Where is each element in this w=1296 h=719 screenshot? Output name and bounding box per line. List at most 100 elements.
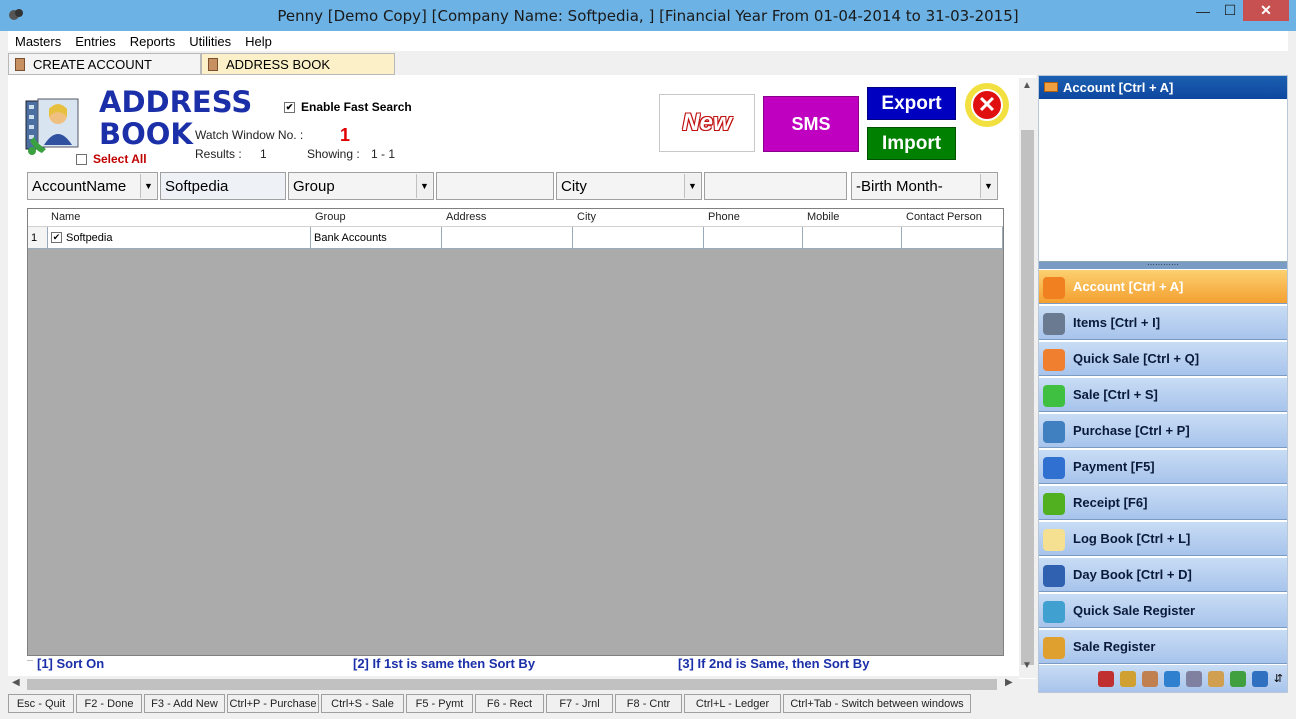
book-icon xyxy=(208,57,218,71)
shortcut-f8-cntr[interactable]: F8 - Cntr xyxy=(615,694,682,713)
scroll-thumb[interactable] xyxy=(27,679,997,690)
export-button[interactable]: Export xyxy=(867,87,956,120)
scroll-down-icon[interactable]: ▼ xyxy=(1022,660,1032,671)
cell-group[interactable]: Bank Accounts xyxy=(311,227,442,248)
column-header-city[interactable]: City xyxy=(577,211,596,223)
close-window-button[interactable]: ✕ xyxy=(1243,0,1289,21)
book-icon[interactable] xyxy=(1141,670,1158,687)
sort-by-3-label[interactable]: [3] If 2nd is Same, then Sort By xyxy=(678,656,869,671)
address-grid[interactable]: Name Group Address City Phone Mobile Con… xyxy=(27,208,1004,656)
shortcut-f5-pymt[interactable]: F5 - Pymt xyxy=(406,694,473,713)
maximize-button[interactable]: ☐ xyxy=(1217,0,1243,21)
cell-contact-person[interactable] xyxy=(902,227,1003,248)
cone-icon xyxy=(1043,349,1065,371)
globe-icon[interactable] xyxy=(1251,670,1268,687)
checkbox-box[interactable] xyxy=(76,153,87,165)
toolbar-overflow-icon[interactable]: ⇵ xyxy=(1274,672,1283,685)
column-header-phone[interactable]: Phone xyxy=(708,211,740,223)
side-button-sale-register[interactable]: Sale Register xyxy=(1039,629,1287,664)
shortcut-f2-done[interactable]: F2 - Done xyxy=(76,694,142,713)
splitter-handle[interactable]: ⋯⋯⋯⋯ xyxy=(1039,261,1287,269)
group-select[interactable]: Group ▼ xyxy=(288,172,434,200)
birth-month-select[interactable]: -Birth Month- ▼ xyxy=(851,172,998,200)
page-title-line1: ADDRESS xyxy=(99,85,253,119)
receipt-icon xyxy=(1043,493,1065,515)
minimize-button[interactable]: — xyxy=(1189,0,1217,21)
city-filter-input[interactable] xyxy=(704,172,847,200)
home-icon[interactable] xyxy=(1163,670,1180,687)
side-button-day-book[interactable]: Day Book [Ctrl + D] xyxy=(1039,557,1287,592)
side-button-log-book[interactable]: Log Book [Ctrl + L] xyxy=(1039,521,1287,556)
search-icon[interactable] xyxy=(1119,670,1136,687)
menu-help[interactable]: Help xyxy=(238,34,279,49)
side-button-quick-sale-register[interactable]: Quick Sale Register xyxy=(1039,593,1287,628)
shortcut-esc-quit[interactable]: Esc - Quit xyxy=(8,694,74,713)
menu-utilities[interactable]: Utilities xyxy=(182,34,238,49)
city-select[interactable]: City ▼ xyxy=(556,172,702,200)
tab-address-book[interactable]: ADDRESS BOOK xyxy=(201,53,395,75)
vertical-scrollbar[interactable]: ▲ ▼ xyxy=(1019,78,1036,678)
table-row[interactable]: 1 ✔ Softpedia Bank Accounts xyxy=(28,227,1003,249)
cell-address[interactable] xyxy=(442,227,573,248)
new-button[interactable]: New xyxy=(659,94,755,152)
menu-entries[interactable]: Entries xyxy=(68,34,122,49)
column-header-contact-person[interactable]: Contact Person xyxy=(906,211,982,223)
shortcut-ctrl-l-ledger[interactable]: Ctrl+L - Ledger xyxy=(684,694,781,713)
side-panel-header[interactable]: Account [Ctrl + A] xyxy=(1039,76,1287,99)
select-all-checkbox[interactable]: Select All xyxy=(76,152,147,166)
shortcut-ctrl-s-sale[interactable]: Ctrl+S - Sale xyxy=(321,694,404,713)
search-value-input[interactable]: Softpedia xyxy=(160,172,286,200)
column-header-name[interactable]: Name xyxy=(51,211,80,223)
column-header-mobile[interactable]: Mobile xyxy=(807,211,839,223)
side-button-label: Quick Sale Register xyxy=(1073,603,1196,618)
shortcut-f7-jrnl[interactable]: F7 - Jrnl xyxy=(546,694,613,713)
group-filter-input[interactable] xyxy=(436,172,554,200)
side-button-account[interactable]: Account [Ctrl + A] xyxy=(1039,269,1287,304)
scroll-right-icon[interactable]: ▶ xyxy=(1005,677,1013,688)
cell-mobile[interactable] xyxy=(803,227,902,248)
scroll-left-icon[interactable]: ◀ xyxy=(12,677,20,688)
chevron-down-icon[interactable]: ▼ xyxy=(416,174,432,198)
shortcut-ctrl-tab-switch[interactable]: Ctrl+Tab - Switch between windows xyxy=(783,694,971,713)
sort-on-label[interactable]: [1] Sort On xyxy=(37,656,104,671)
tab-create-account[interactable]: CREATE ACCOUNT xyxy=(8,53,201,75)
shortcut-f3-add-new[interactable]: F3 - Add New xyxy=(144,694,225,713)
cylinder-icon xyxy=(1043,385,1065,407)
recycle-icon[interactable] xyxy=(1229,670,1246,687)
side-button-receipt[interactable]: Receipt [F6] xyxy=(1039,485,1287,520)
menu-reports[interactable]: Reports xyxy=(123,34,183,49)
checkbox-box[interactable]: ✔ xyxy=(284,101,295,113)
chevron-down-icon[interactable]: ▼ xyxy=(684,174,700,198)
side-button-purchase[interactable]: Purchase [Ctrl + P] xyxy=(1039,413,1287,448)
showing-label: Showing : xyxy=(307,147,360,161)
address-book-icon xyxy=(25,98,79,155)
scroll-thumb[interactable] xyxy=(1021,130,1034,665)
pencil-icon[interactable] xyxy=(1207,670,1224,687)
chevron-down-icon[interactable]: ▼ xyxy=(980,174,996,198)
sms-button[interactable]: SMS xyxy=(763,96,859,152)
close-address-book-button[interactable]: ✕ xyxy=(965,83,1009,127)
cell-phone[interactable] xyxy=(704,227,803,248)
sort-by-2-label[interactable]: [2] If 1st is same then Sort By xyxy=(353,656,535,671)
side-button-payment[interactable]: Payment [F5] xyxy=(1039,449,1287,484)
shortcut-ctrl-p-purchase[interactable]: Ctrl+P - Purchase xyxy=(227,694,319,713)
row-checkbox[interactable]: ✔ xyxy=(51,232,62,243)
side-button-items[interactable]: Items [Ctrl + I] xyxy=(1039,305,1287,340)
field-select[interactable]: AccountName ▼ xyxy=(27,172,158,200)
horizontal-scrollbar[interactable]: ◀ ▶ xyxy=(8,676,1019,693)
side-button-sale[interactable]: Sale [Ctrl + S] xyxy=(1039,377,1287,412)
import-button[interactable]: Import xyxy=(867,127,956,160)
shortcut-f6-rect[interactable]: F6 - Rect xyxy=(475,694,544,713)
people-icon[interactable] xyxy=(1185,670,1202,687)
menu-masters[interactable]: Masters xyxy=(8,34,68,49)
enable-fast-search-label: Enable Fast Search xyxy=(301,100,412,114)
scroll-up-icon[interactable]: ▲ xyxy=(1022,80,1032,91)
enable-fast-search-checkbox[interactable]: ✔ Enable Fast Search xyxy=(284,100,412,114)
user-icon[interactable] xyxy=(1097,670,1114,687)
chevron-down-icon[interactable]: ▼ xyxy=(140,174,156,198)
cell-name[interactable]: ✔ Softpedia xyxy=(48,227,311,248)
column-header-address[interactable]: Address xyxy=(446,211,486,223)
cell-city[interactable] xyxy=(573,227,704,248)
side-button-quick-sale[interactable]: Quick Sale [Ctrl + Q] xyxy=(1039,341,1287,376)
column-header-group[interactable]: Group xyxy=(315,211,346,223)
